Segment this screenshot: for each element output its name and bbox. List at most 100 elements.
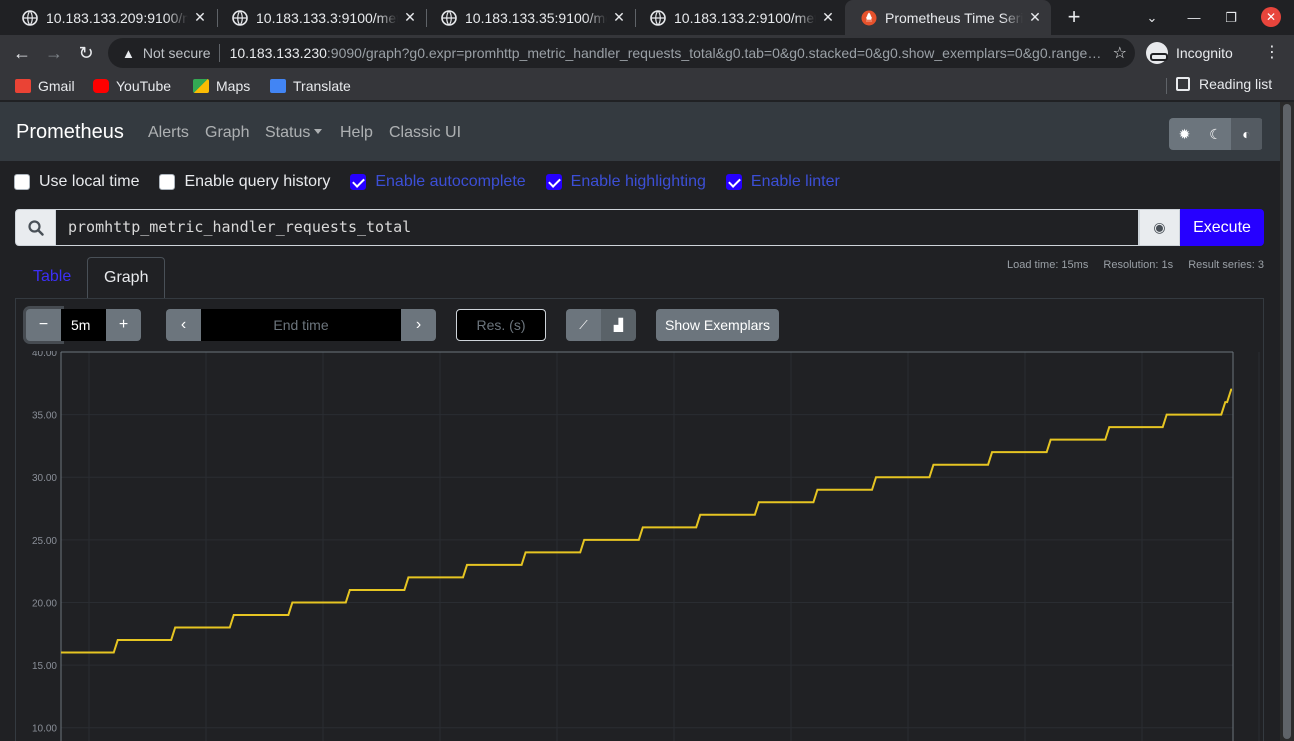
address-bar[interactable]: ▲ Not secure 10.183.133.230 :9090/graph?… — [108, 38, 1135, 68]
browser-tab-3[interactable]: 10.183.133.35:9100/metrics ✕ — [425, 0, 635, 35]
use-local-time-checkbox[interactable] — [14, 174, 30, 190]
end-time-controls: ‹ End time › — [166, 309, 436, 341]
browser-tab-2[interactable]: 10.183.133.3:9100/metrics ✕ — [216, 0, 426, 35]
reading-list[interactable]: Reading list — [1176, 76, 1272, 92]
minimize-icon[interactable]: — — [1174, 0, 1214, 35]
bookmark-star-icon[interactable]: ☆ — [1113, 43, 1127, 63]
query-stats: Load time: 15ms Resolution: 1s Result se… — [995, 259, 1264, 271]
bookmark-label: Gmail — [38, 78, 75, 94]
warning-triangle-icon[interactable]: ▲ — [122, 46, 135, 61]
tab-search-icon[interactable]: ⌄ — [1132, 0, 1172, 35]
browser-tab-title: 10.183.133.35:9100/metrics — [465, 9, 607, 26]
bookmark-translate[interactable]: Translate — [270, 76, 351, 96]
linter-option[interactable]: Enable linter — [725, 173, 840, 191]
tab-table[interactable]: Table — [17, 257, 87, 298]
globe-icon — [441, 9, 457, 26]
highlighting-checkbox[interactable] — [545, 174, 562, 190]
linter-checkbox[interactable] — [725, 174, 742, 190]
decrease-range-button[interactable]: − — [26, 309, 61, 341]
y-tick-label: 30.00 — [32, 473, 57, 484]
browser-tab-title: 10.183.133.209:9100/metrics — [46, 9, 188, 26]
prometheus-favicon-icon — [861, 10, 877, 25]
y-tick-label: 15.00 — [32, 661, 57, 672]
bookmark-youtube[interactable]: YouTube — [93, 76, 171, 96]
browser-tab-prometheus[interactable]: Prometheus Time Series Collection and Pr… — [845, 0, 1051, 35]
stack-toggle-group: ⟋ ▟ — [566, 309, 636, 341]
nav-status-label: Status — [265, 124, 311, 141]
end-time-input[interactable]: End time — [201, 309, 401, 341]
bookmark-label: YouTube — [116, 78, 172, 94]
resolution-input[interactable]: Res. (s) — [456, 309, 546, 341]
reading-list-icon — [1176, 77, 1190, 91]
result-series: Result series: 3 — [1188, 259, 1264, 271]
use-local-time-option[interactable]: Use local time — [14, 173, 139, 191]
close-tab-icon[interactable]: ✕ — [402, 9, 418, 26]
nav-graph[interactable]: Graph — [205, 124, 249, 142]
resolution: Resolution: 1s — [1103, 259, 1174, 271]
y-tick-label: 25.00 — [32, 536, 57, 547]
series-line — [61, 388, 1233, 654]
globe-icon — [650, 9, 666, 26]
y-tick-label: 20.00 — [32, 598, 57, 609]
nav-alerts[interactable]: Alerts — [148, 124, 189, 142]
new-tab-button[interactable]: + — [1062, 4, 1086, 30]
bookmark-gmail[interactable]: Gmail — [15, 76, 75, 96]
gmail-icon — [15, 79, 31, 93]
url-rest: :9090/graph?g0.expr=promhttp_metric_hand… — [326, 45, 1107, 61]
translate-icon — [270, 79, 286, 93]
close-tab-icon[interactable]: ✕ — [820, 9, 836, 26]
reload-icon[interactable]: ↻ — [72, 39, 100, 67]
highlighting-option[interactable]: Enable highlighting — [545, 173, 706, 191]
browser-menu-icon[interactable]: ⋮ — [1262, 39, 1282, 67]
tab-graph[interactable]: Graph — [87, 257, 166, 298]
brand-link[interactable]: Prometheus — [16, 121, 124, 144]
query-history-checkbox[interactable] — [159, 174, 176, 190]
show-exemplars-button[interactable]: Show Exemplars — [656, 309, 780, 341]
nav-help[interactable]: Help — [340, 124, 373, 142]
range-input[interactable]: 5m — [61, 309, 106, 341]
close-tab-icon[interactable]: ✕ — [1027, 9, 1043, 26]
page-scrollbar[interactable] — [1280, 102, 1294, 741]
increase-range-button[interactable]: + — [106, 309, 141, 341]
restore-icon[interactable]: ❐ — [1211, 0, 1251, 35]
line-chart-icon[interactable]: ⟋ — [566, 309, 601, 341]
incognito-profile[interactable]: Incognito — [1146, 40, 1233, 66]
nav-classic-ui[interactable]: Classic UI — [389, 124, 461, 142]
autocomplete-option[interactable]: Enable autocomplete — [350, 173, 526, 191]
option-label: Use local time — [39, 173, 140, 190]
autocomplete-checkbox[interactable] — [350, 174, 367, 190]
bookmark-maps[interactable]: Maps — [193, 76, 250, 96]
nav-status[interactable]: Status — [265, 124, 323, 142]
close-window-icon[interactable]: ✕ — [1261, 7, 1281, 27]
query-history-option[interactable]: Enable query history — [159, 173, 330, 191]
sun-icon[interactable]: ✹ — [1169, 118, 1200, 150]
security-label[interactable]: Not secure — [143, 45, 211, 61]
search-icon — [15, 209, 56, 246]
option-label: Enable linter — [750, 173, 840, 190]
options-row: Use local time Enable query history Enab… — [14, 172, 860, 192]
expression-input[interactable]: promhttp_metric_handler_requests_total — [56, 209, 1139, 246]
close-tab-icon[interactable]: ✕ — [192, 9, 208, 26]
browser-tab-4[interactable]: 10.183.133.2:9100/metrics ✕ — [634, 0, 844, 35]
bookmark-label: Translate — [293, 78, 351, 94]
chevron-right-icon[interactable]: › — [401, 309, 436, 341]
browser-tab-1[interactable]: 10.183.133.209:9100/metrics ✕ — [6, 0, 216, 35]
chevron-left-icon[interactable]: ‹ — [166, 309, 201, 341]
back-icon[interactable]: ← — [8, 39, 36, 67]
profile-label: Incognito — [1176, 45, 1233, 61]
prometheus-page: Prometheus Alerts Graph Status Help Clas… — [0, 102, 1280, 741]
theme-toggle-group: ✹ ☾ ◐ — [1169, 118, 1263, 150]
forward-icon[interactable]: → — [40, 39, 68, 67]
metrics-explorer-icon[interactable]: ◉ — [1139, 209, 1180, 246]
option-label: Enable autocomplete — [375, 173, 526, 190]
youtube-icon — [93, 79, 109, 93]
execute-button[interactable]: Execute — [1180, 209, 1264, 246]
moon-icon[interactable]: ☾ — [1200, 118, 1231, 150]
browser-toolbar: ← → ↻ ▲ Not secure 10.183.133.230 :9090/… — [0, 35, 1294, 71]
y-tick-label: 10.00 — [32, 724, 57, 735]
globe-icon — [22, 9, 38, 26]
stacked-chart-icon[interactable]: ▟ — [601, 309, 636, 341]
browser-tab-title: Prometheus Time Series Collection and Pr… — [885, 9, 1023, 26]
contrast-icon[interactable]: ◐ — [1231, 118, 1262, 150]
close-tab-icon[interactable]: ✕ — [611, 9, 627, 26]
